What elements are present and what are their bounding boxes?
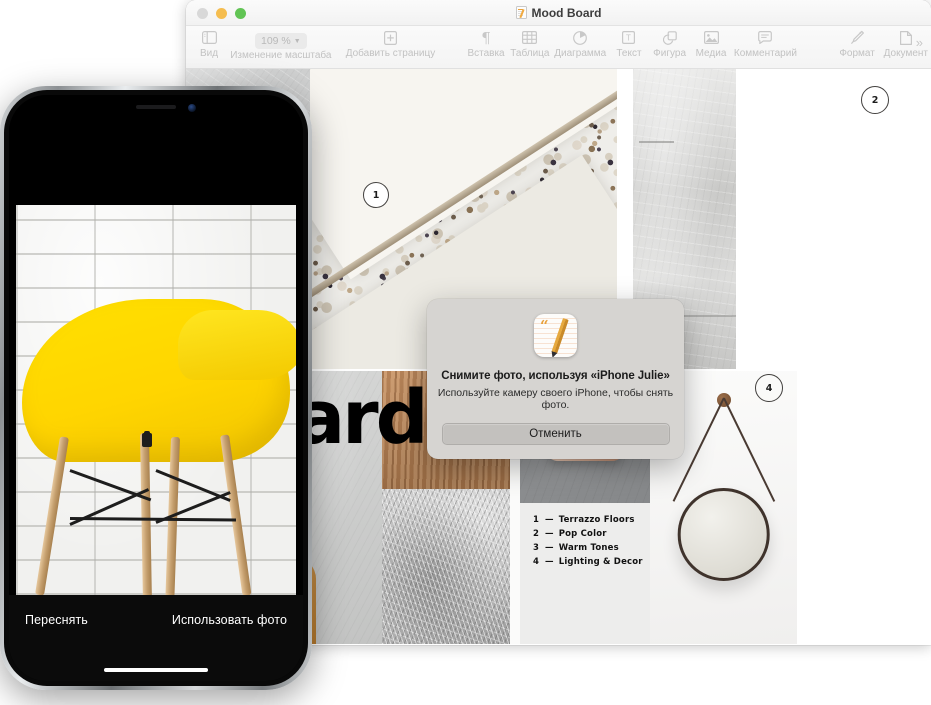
sidebar-view-icon	[201, 29, 217, 46]
toolbar-button-chart[interactable]: Диаграмма	[551, 26, 609, 59]
list-item: 3 — Warm Tones	[532, 543, 643, 553]
toolbar-button-comment[interactable]: Комментарий	[731, 26, 799, 59]
legend-dash: —	[545, 557, 554, 567]
toolbar-button-shape[interactable]: Фигура	[648, 26, 690, 59]
chair-wire	[69, 517, 237, 522]
camera-confirm-bar: Переснять Использовать фото	[9, 595, 303, 681]
toolbar-label-view: Вид	[199, 48, 219, 59]
toolbar-button-table[interactable]: Таблица	[509, 26, 551, 59]
dialog-subtitle: Используйте камеру своего iPhone, чтобы …	[437, 387, 674, 411]
toolbar-label-chart: Диаграмма	[554, 48, 607, 59]
add-page-icon	[383, 29, 397, 46]
toolbar-label-insert: Вставка	[467, 48, 505, 59]
media-image-icon	[703, 29, 719, 46]
zoom-level-value: 109 %	[260, 35, 291, 47]
chevron-down-icon: ▼	[293, 37, 301, 45]
toolbar-label-table: Таблица	[510, 48, 550, 59]
toolbar-label-text: Текст	[616, 48, 642, 59]
legend-text: Pop Color	[558, 529, 607, 539]
legend-number: 4	[532, 557, 540, 567]
toolbar-button-insert[interactable]: ¶ Вставка	[463, 26, 508, 60]
zoom-level-popup[interactable]: 109 % ▼	[254, 33, 307, 49]
window-titlebar[interactable]: Mood Board	[186, 0, 931, 26]
toolbar-label-media: Медиа	[695, 48, 727, 59]
comment-icon	[758, 29, 773, 46]
toolbar-label-zoom: Изменение масштаба	[230, 50, 332, 61]
legend-number: 3	[532, 543, 540, 553]
chair-wire	[69, 469, 152, 502]
toolbar-button-media[interactable]: Медиа	[691, 26, 732, 59]
toolbar-label-format: Формат	[839, 48, 875, 59]
toolbar-button-format[interactable]: Формат	[834, 26, 881, 59]
legend-dash: —	[545, 543, 554, 553]
chair-arm-shape	[178, 310, 296, 381]
toolbar-button-add-page[interactable]: Добавить страницу	[338, 26, 444, 59]
toolbar-zoom-control[interactable]: 109 % ▼ Изменение масштаба	[224, 26, 338, 61]
list-item: 1 — Terrazzo Floors	[532, 515, 643, 525]
iphone-device: Переснять Использовать фото	[0, 86, 312, 690]
chair-hub	[144, 431, 150, 441]
yellow-eames-chair-photo[interactable]	[16, 205, 296, 595]
grey-fur-rug-photo[interactable]	[382, 489, 510, 644]
toolbar-label-add-page: Добавить страницу	[345, 48, 436, 59]
badge-4-number: 4	[765, 382, 773, 394]
cancel-button[interactable]: Отменить	[441, 423, 670, 445]
toolbar-label-shape: Фигура	[653, 48, 687, 59]
table-icon	[522, 29, 538, 46]
list-item: 2 — Pop Color	[532, 529, 643, 539]
toolbar-button-text[interactable]: T Текст	[609, 26, 648, 59]
chevron-double-right-icon[interactable]: »	[916, 35, 923, 50]
badge-1[interactable]: 1	[363, 182, 389, 208]
toolbar-button-view[interactable]: Вид	[194, 26, 224, 59]
text-box-icon: T	[622, 29, 636, 46]
window-title: Mood Board	[186, 0, 931, 26]
home-indicator[interactable]	[104, 668, 208, 672]
front-camera-icon	[188, 104, 196, 112]
legend-text: Warm Tones	[558, 543, 619, 553]
svg-text:T: T	[627, 33, 632, 42]
toolbar-button-document[interactable]: Документ	[881, 26, 931, 59]
legend-number: 1	[532, 515, 540, 525]
pages-document-icon	[515, 6, 527, 19]
earpiece-speaker-icon	[136, 105, 176, 109]
legend-dash: —	[545, 515, 554, 525]
retake-button[interactable]: Переснять	[25, 613, 88, 627]
badge-2-number: 2	[871, 94, 879, 106]
legend-dash: —	[545, 529, 554, 539]
chair-leg	[35, 436, 69, 595]
badge-4[interactable]: 4	[755, 374, 783, 402]
pages-app-icon: “	[534, 314, 577, 357]
use-photo-button[interactable]: Использовать фото	[172, 613, 287, 627]
continuity-camera-dialog: “ Снимите фото, используя «iPhone Julie»…	[427, 299, 684, 459]
iphone-screen[interactable]: Переснять Использовать фото	[9, 95, 303, 681]
dialog-title: Снимите фото, используя «iPhone Julie»	[441, 370, 670, 382]
badge-2[interactable]: 2	[861, 86, 889, 114]
legend-text: Terrazzo Floors	[558, 515, 635, 525]
document-icon	[899, 29, 912, 46]
legend-text: Lighting & Decor	[558, 557, 643, 567]
pilcrow-insert-icon: ¶	[481, 28, 491, 47]
badge-1-number: 1	[372, 189, 380, 201]
chart-icon	[573, 29, 588, 46]
legend-number: 2	[532, 529, 540, 539]
screenshot-root: Mood Board Вид 109 % ▼ Изменение масштаб…	[0, 0, 931, 705]
legend-list: 1 — Terrazzo Floors 2 — Pop Color 3 — Wa…	[532, 515, 643, 571]
app-toolbar: Вид 109 % ▼ Изменение масштаба Добавить …	[186, 26, 931, 69]
window-title-text: Mood Board	[531, 5, 602, 20]
list-item: 4 — Lighting & Decor	[532, 557, 643, 567]
format-brush-icon	[850, 29, 865, 46]
legend-panel: 1 — Terrazzo Floors 2 — Pop Color 3 — Wa…	[520, 503, 650, 644]
toolbar-label-comment: Комментарий	[733, 48, 797, 59]
shape-icon	[662, 29, 677, 46]
